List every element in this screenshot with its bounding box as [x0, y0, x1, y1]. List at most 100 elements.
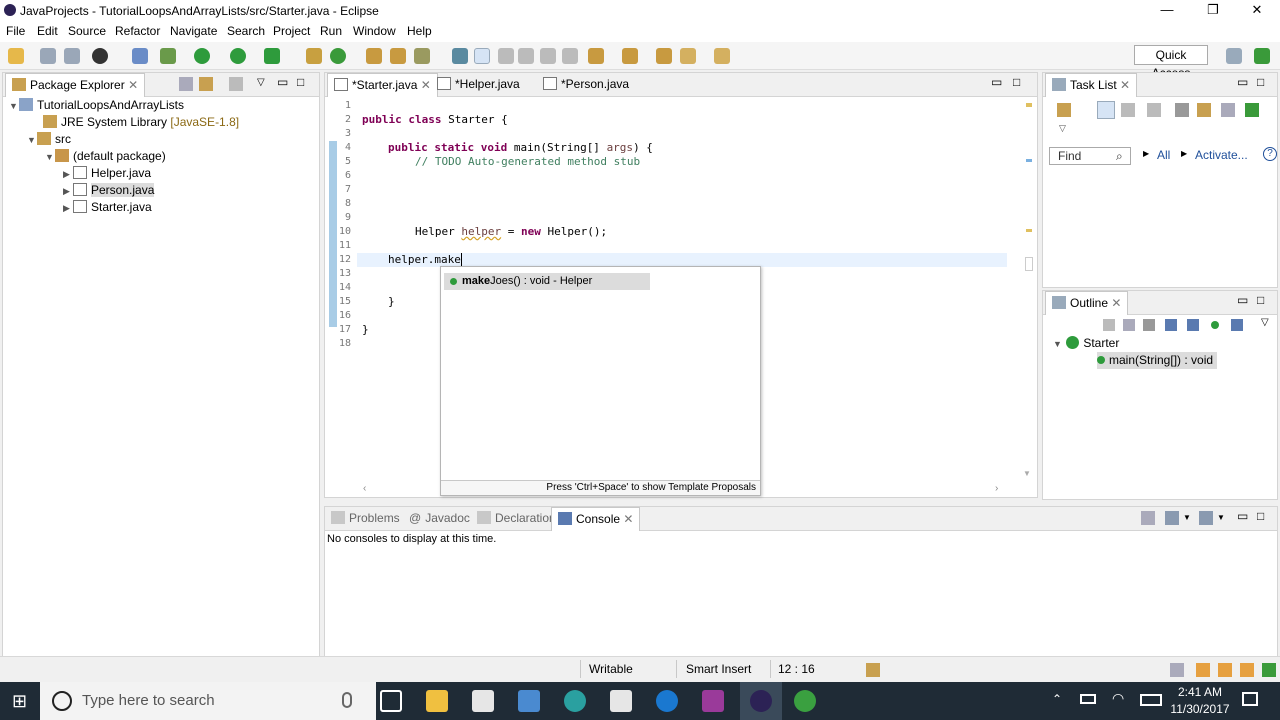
tab-person[interactable]: *Person.java: [537, 73, 635, 97]
eclipse-icon[interactable]: [750, 690, 772, 712]
close-icon[interactable]: ✕: [128, 78, 138, 92]
sync-icon[interactable]: [1103, 319, 1115, 331]
warning-marker[interactable]: [1026, 229, 1032, 232]
minimize-view-icon[interactable]: ▭: [277, 75, 288, 89]
tray-icon[interactable]: [1262, 663, 1276, 677]
maximize-view-icon[interactable]: □: [1257, 293, 1264, 307]
tab-package-explorer[interactable]: Package Explorer ✕: [5, 73, 146, 97]
coverage-icon[interactable]: [230, 48, 246, 64]
word-wrap-icon[interactable]: [518, 48, 534, 64]
tree-item-starter[interactable]: ▶ Starter.java: [63, 199, 152, 216]
activate-link[interactable]: Activate...: [1195, 148, 1248, 162]
open-console-icon[interactable]: [1199, 511, 1213, 525]
show-whitespace-icon[interactable]: [540, 48, 556, 64]
close-icon[interactable]: ✕: [623, 512, 633, 526]
tab-javadoc[interactable]: @ Javadoc: [403, 507, 476, 531]
next-annotation-icon[interactable]: [588, 48, 604, 64]
close-icon[interactable]: ✕: [1111, 296, 1121, 310]
edge-icon[interactable]: [656, 690, 678, 712]
minimize-button[interactable]: —: [1144, 0, 1190, 22]
pin-console-icon[interactable]: [1141, 511, 1155, 525]
collapse-all-icon[interactable]: [179, 77, 193, 91]
microphone-icon[interactable]: [342, 692, 352, 708]
menu-help[interactable]: Help: [407, 24, 432, 38]
hide-non-public-icon[interactable]: [1211, 321, 1219, 329]
tab-outline[interactable]: Outline ✕: [1045, 291, 1129, 315]
maximize-view-icon[interactable]: □: [1257, 509, 1264, 523]
file-explorer-icon[interactable]: [426, 690, 448, 712]
expanded-chevron-icon[interactable]: ▼: [45, 149, 55, 166]
scroll-down-icon[interactable]: ▼: [1023, 469, 1031, 478]
progress-icon[interactable]: [866, 663, 880, 677]
mail-icon[interactable]: [610, 690, 632, 712]
filter-completed-icon[interactable]: [1147, 103, 1161, 117]
keyboard-icon[interactable]: [1140, 694, 1162, 706]
tree-item-src[interactable]: ▼ src: [27, 131, 71, 148]
tree-item-jre[interactable]: JRE System Library [JavaSE-1.8]: [43, 114, 239, 131]
synchronize-icon[interactable]: [1245, 103, 1259, 117]
save-all-icon[interactable]: [64, 48, 80, 64]
save-icon[interactable]: [40, 48, 56, 64]
back-icon[interactable]: [680, 48, 696, 64]
tree-item-default-package[interactable]: ▼ (default package): [45, 148, 166, 165]
tray-icon[interactable]: [1196, 663, 1210, 677]
view-menu-icon[interactable]: ▽: [1261, 317, 1269, 328]
tab-helper[interactable]: *Helper.java: [431, 73, 526, 97]
maximize-view-icon[interactable]: □: [1257, 75, 1264, 89]
tab-task-list[interactable]: Task List ✕: [1045, 73, 1138, 97]
menu-refactor[interactable]: Refactor: [115, 24, 160, 38]
collapse-all-icon[interactable]: [1123, 319, 1135, 331]
sort-icon[interactable]: [1143, 319, 1155, 331]
tab-declaration[interactable]: Declaration: [471, 507, 562, 531]
tree-item-person[interactable]: ▶ Person.java: [63, 182, 155, 199]
expanded-chevron-icon[interactable]: ▼: [1053, 336, 1063, 353]
previous-annotation-icon[interactable]: [622, 48, 638, 64]
scroll-left-icon[interactable]: ‹: [363, 483, 366, 494]
taskbar-date[interactable]: 11/30/2017: [1168, 702, 1232, 716]
new-class-icon[interactable]: [330, 48, 346, 64]
hide-local-types-icon[interactable]: [1231, 319, 1243, 331]
menu-navigate[interactable]: Navigate: [170, 24, 217, 38]
new-java-project-icon[interactable]: [306, 48, 322, 64]
show-hidden-icons-icon[interactable]: ⌃: [1052, 692, 1062, 706]
menu-search[interactable]: Search: [227, 24, 265, 38]
filter-icon[interactable]: [229, 77, 243, 91]
menu-edit[interactable]: Edit: [37, 24, 58, 38]
minimize-view-icon[interactable]: ▭: [991, 75, 1002, 89]
expanded-chevron-icon[interactable]: ▼: [27, 132, 37, 149]
tray-icon[interactable]: [1240, 663, 1254, 677]
windows-start-icon[interactable]: ⊞: [12, 692, 27, 710]
display-console-icon[interactable]: [1165, 511, 1179, 525]
view-menu-icon[interactable]: ▽: [257, 77, 265, 88]
forward-icon[interactable]: [714, 48, 730, 64]
collapsed-chevron-icon[interactable]: ▶: [63, 200, 73, 217]
minimize-view-icon[interactable]: ▭: [1237, 75, 1248, 89]
skip-breakpoints-icon[interactable]: [132, 48, 148, 64]
link-with-editor-icon[interactable]: [199, 77, 213, 91]
android-studio-icon[interactable]: [794, 690, 816, 712]
hide-fields-icon[interactable]: [1165, 319, 1177, 331]
maximize-view-icon[interactable]: □: [297, 75, 304, 89]
last-edit-location-icon[interactable]: [656, 48, 672, 64]
open-perspective-icon[interactable]: [1226, 48, 1242, 64]
profile-icon[interactable]: [92, 48, 108, 64]
action-center-icon[interactable]: [1242, 692, 1258, 706]
tab-console[interactable]: Console ✕: [551, 507, 641, 531]
expanded-chevron-icon[interactable]: ▼: [9, 98, 19, 115]
find-input[interactable]: Find ⌕: [1049, 147, 1131, 165]
warning-marker[interactable]: [1026, 103, 1032, 107]
collapse-all-icon[interactable]: [1221, 103, 1235, 117]
tray-icon[interactable]: [1170, 663, 1184, 677]
overview-ruler[interactable]: ▼: [1021, 97, 1035, 483]
collapsed-chevron-icon[interactable]: ▶: [63, 166, 73, 183]
view-menu-icon[interactable]: ▽: [1059, 123, 1066, 134]
all-link[interactable]: All: [1157, 148, 1170, 162]
java-perspective-icon[interactable]: [1254, 48, 1270, 64]
minimize-view-icon[interactable]: ▭: [1237, 509, 1248, 523]
hide-static-icon[interactable]: [1187, 319, 1199, 331]
outline-item-method[interactable]: main(String[]) : void: [1097, 352, 1218, 369]
menu-run[interactable]: Run: [320, 24, 342, 38]
open-type-icon[interactable]: [366, 48, 382, 64]
menu-project[interactable]: Project: [273, 24, 310, 38]
external-tools-icon[interactable]: [264, 48, 280, 64]
